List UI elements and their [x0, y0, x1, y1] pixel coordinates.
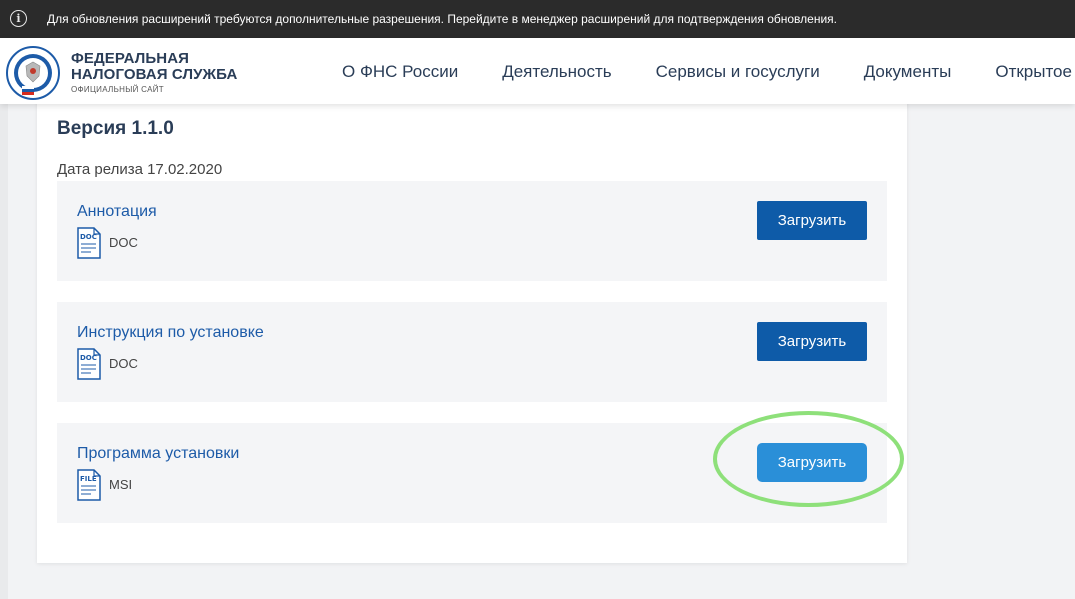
file-icon-label: DOC — [80, 354, 97, 362]
file-item-installer: Программа установки FILE MSI Загрузить — [57, 423, 887, 523]
main-nav: О ФНС России Деятельность Сервисы и госу… — [342, 62, 1075, 82]
file-item-annotation: Аннотация DOC DOC Загрузить — [57, 181, 887, 281]
download-install-guide-button[interactable]: Загрузить — [757, 322, 867, 361]
site-logo-text[interactable]: ФЕДЕРАЛЬНАЯ НАЛОГОВАЯ СЛУЖБА ОФИЦИАЛЬНЫЙ… — [71, 50, 238, 95]
file-icon-label: DOC — [80, 233, 97, 241]
file-title-link[interactable]: Аннотация — [77, 203, 157, 221]
file-title-link[interactable]: Программа установки — [77, 445, 239, 463]
logo-title-line1: ФЕДЕРАЛЬНАЯ — [71, 50, 190, 67]
doc-file-icon: DOC — [77, 227, 101, 259]
nav-item-open-data[interactable]: Открытое в — [995, 62, 1075, 82]
page-left-margin — [0, 104, 8, 599]
notification-text: Для обновления расширений требуются допо… — [47, 12, 837, 26]
nav-item-documents[interactable]: Документы — [864, 62, 952, 82]
nav-item-activity[interactable]: Деятельность — [502, 62, 611, 82]
info-icon: i — [10, 10, 27, 27]
file-title-link[interactable]: Инструкция по установке — [77, 324, 264, 342]
download-annotation-button[interactable]: Загрузить — [757, 201, 867, 240]
nav-item-about[interactable]: О ФНС России — [342, 62, 458, 82]
download-installer-button[interactable]: Загрузить — [757, 443, 867, 482]
site-header: ФЕДЕРАЛЬНАЯ НАЛОГОВАЯ СЛУЖБА ОФИЦИАЛЬНЫЙ… — [0, 38, 1075, 104]
version-title: Версия 1.1.0 — [57, 118, 174, 139]
file-type: DOC — [109, 356, 138, 371]
extension-notification-bar: i Для обновления расширений требуются до… — [0, 0, 1075, 38]
release-card: Версия 1.1.0 Дата релиза 17.02.2020 Анно… — [37, 95, 907, 563]
logo-title-line2: НАЛОГОВАЯ СЛУЖБА — [71, 66, 238, 83]
doc-file-icon: DOC — [77, 348, 101, 380]
file-type: DOC — [109, 235, 138, 250]
logo-subtitle: ОФИЦИАЛЬНЫЙ САЙТ — [71, 85, 164, 94]
nav-item-services[interactable]: Сервисы и госуслуги — [656, 62, 820, 82]
file-type: MSI — [109, 477, 133, 492]
file-icon-label: FILE — [80, 475, 97, 483]
msi-file-icon: FILE — [77, 469, 101, 501]
release-date: Дата релиза 17.02.2020 — [57, 161, 223, 178]
fns-emblem-icon[interactable] — [6, 46, 60, 100]
file-item-install-guide: Инструкция по установке DOC DOC Загрузит… — [57, 302, 887, 402]
